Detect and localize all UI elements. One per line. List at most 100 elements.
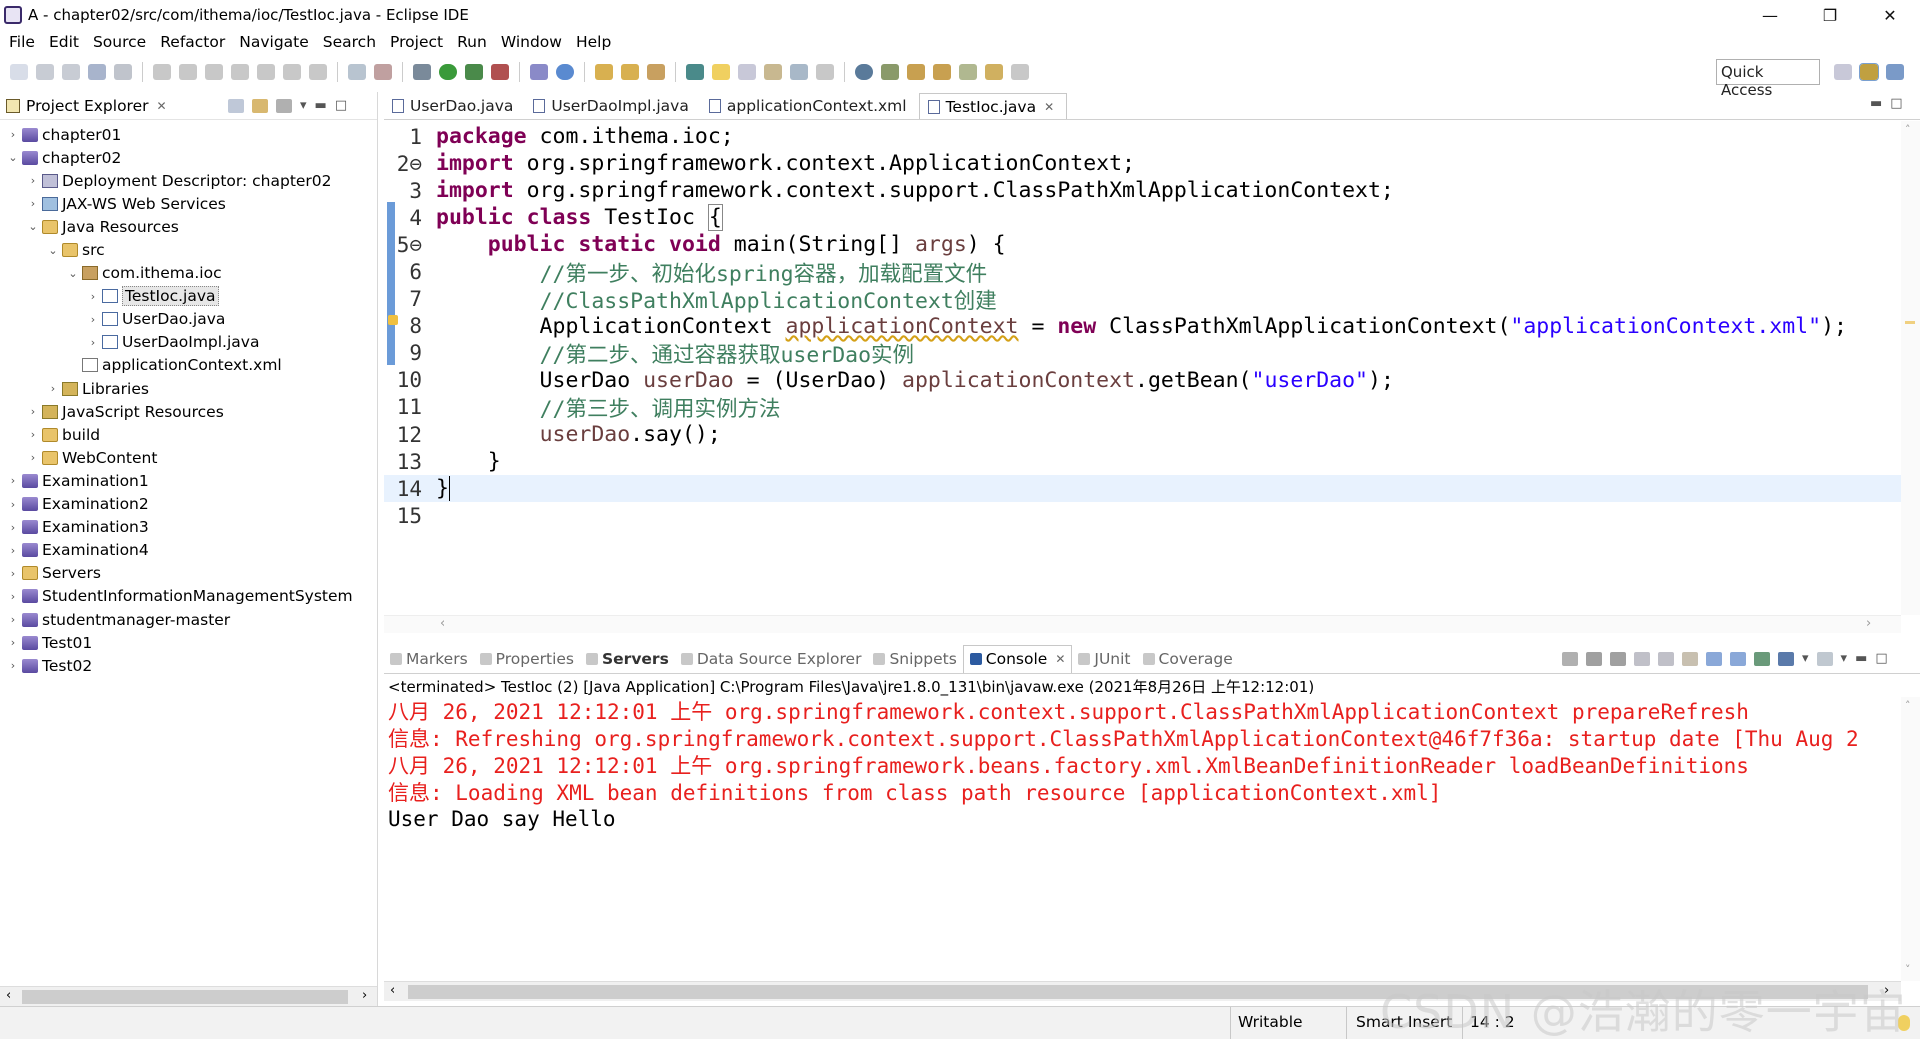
tree-item[interactable]: ⌄ Java Resources	[0, 215, 377, 238]
tip-lightbulb-icon[interactable]	[1898, 1015, 1910, 1031]
tree-item[interactable]: › Examination1	[0, 469, 377, 492]
close-button[interactable]: ✕	[1860, 0, 1920, 30]
collapsed-arrow-icon[interactable]: ›	[46, 382, 60, 395]
tree-item[interactable]: › WebContent	[0, 446, 377, 469]
scroll-up-icon[interactable]: ˄	[1905, 123, 1911, 136]
collapsed-arrow-icon[interactable]: ›	[6, 659, 20, 672]
new-class-icon[interactable]	[556, 64, 574, 80]
resume-icon[interactable]	[153, 64, 171, 80]
annotation-nav-icon[interactable]	[881, 64, 899, 80]
remove-launch-icon[interactable]	[1586, 651, 1602, 666]
skip-breakpoints-icon[interactable]	[114, 64, 132, 80]
menu-run[interactable]: Run	[450, 33, 494, 51]
minimize-console-icon[interactable]: ▬	[1855, 651, 1867, 666]
pin-console-icon[interactable]	[1754, 651, 1770, 666]
code-line[interactable]: 15	[384, 502, 1901, 529]
overview-warning-marker[interactable]	[1905, 321, 1915, 324]
code-line[interactable]: 5⊖ public static void main(String[] args…	[384, 231, 1901, 258]
restore-button[interactable]: ❐	[1800, 0, 1860, 30]
save-all-icon[interactable]	[62, 64, 80, 80]
collapsed-arrow-icon[interactable]: ›	[6, 567, 20, 580]
scroll-left-icon[interactable]: ‹	[440, 616, 445, 631]
tree-item[interactable]: applicationContext.xml	[0, 354, 377, 377]
maximize-editor-icon[interactable]: □	[1890, 96, 1902, 111]
editor-vertical-scrollbar[interactable]: ˄	[1901, 121, 1920, 615]
panel-tab[interactable]: Snippets	[867, 645, 962, 673]
scrollbar-thumb[interactable]	[22, 990, 348, 1004]
scroll-right-icon[interactable]: ›	[362, 988, 367, 1003]
step-over-icon[interactable]	[283, 64, 301, 80]
tree-item[interactable]: › studentmanager-master	[0, 608, 377, 631]
maximize-console-icon[interactable]: □	[1875, 651, 1887, 666]
show-whitespace-icon[interactable]	[764, 64, 782, 80]
code-line[interactable]: 9 //第二步、通过容器获取userDao实例	[384, 340, 1901, 368]
tree-item[interactable]: › build	[0, 423, 377, 446]
code-line[interactable]: 3 import org.springframework.context.supp…	[384, 177, 1901, 204]
tree-item[interactable]: › Examination3	[0, 516, 377, 539]
tree-item[interactable]: › Examination2	[0, 493, 377, 516]
menu-window[interactable]: Window	[494, 33, 569, 51]
word-wrap-icon[interactable]	[1682, 651, 1698, 666]
code-line[interactable]: 8 ApplicationContext applicationContext …	[384, 313, 1901, 340]
menu-navigate[interactable]: Navigate	[232, 33, 316, 51]
tree-item[interactable]: › UserDaoImpl.java	[0, 331, 377, 354]
panel-tab[interactable]: Markers	[384, 645, 474, 673]
highlight-icon[interactable]	[712, 64, 730, 80]
minimize-button[interactable]: —	[1740, 0, 1800, 30]
collapsed-arrow-icon[interactable]: ›	[26, 405, 40, 418]
step-into-icon[interactable]	[257, 64, 275, 80]
collapsed-arrow-icon[interactable]: ›	[6, 474, 20, 487]
scrollbar-thumb[interactable]	[408, 985, 1868, 999]
panel-tab[interactable]: Coverage	[1137, 645, 1239, 673]
tree-item[interactable]: ⌄ com.ithema.ioc	[0, 262, 377, 285]
view-menu-icon[interactable]: ▾	[300, 98, 307, 113]
search-icon[interactable]	[647, 64, 665, 80]
editor-horizontal-scrollbar[interactable]: ‹ ›	[384, 615, 1901, 633]
status-insert-mode[interactable]: Smart Insert	[1356, 1013, 1452, 1031]
paragraph-icon[interactable]	[816, 64, 834, 80]
collapsed-arrow-icon[interactable]: ›	[6, 613, 20, 626]
collapsed-arrow-icon[interactable]: ›	[86, 336, 100, 349]
menu-search[interactable]: Search	[316, 33, 383, 51]
explorer-horizontal-scrollbar[interactable]: ‹ ›	[0, 986, 377, 1006]
debug-icon[interactable]	[413, 64, 431, 80]
tree-item[interactable]: › StudentInformationManagementSystem	[0, 585, 377, 608]
tree-item[interactable]: › Deployment Descriptor: chapter02	[0, 169, 377, 192]
menu-help[interactable]: Help	[569, 33, 618, 51]
expanded-arrow-icon[interactable]: ⌄	[6, 151, 20, 164]
menu-source[interactable]: Source	[86, 33, 153, 51]
forward-icon[interactable]	[1011, 64, 1029, 80]
console-horizontal-scrollbar[interactable]: ‹ ›	[384, 981, 1901, 1001]
maximize-view-icon[interactable]: □	[335, 98, 347, 113]
next-annotation-icon[interactable]	[907, 64, 925, 80]
project-explorer-title[interactable]: Project Explorer	[26, 97, 149, 115]
collapsed-arrow-icon[interactable]: ›	[86, 290, 100, 303]
open-task-icon[interactable]	[621, 64, 639, 80]
scroll-down-icon[interactable]: ˅	[1905, 963, 1911, 976]
java-perspective-icon[interactable]	[1886, 64, 1904, 80]
tree-item[interactable]: ⌄ chapter02	[0, 146, 377, 169]
collapsed-arrow-icon[interactable]: ›	[6, 128, 20, 141]
expanded-arrow-icon[interactable]: ⌄	[26, 220, 40, 233]
console-vertical-scrollbar[interactable]: ˄ ˅	[1901, 697, 1920, 981]
menu-refactor[interactable]: Refactor	[153, 33, 232, 51]
tree-item[interactable]: › Libraries	[0, 377, 377, 400]
collapsed-arrow-icon[interactable]: ›	[6, 498, 20, 511]
editor-tab[interactable]: TestIoc.java ✕	[918, 93, 1068, 119]
collapsed-arrow-icon[interactable]: ›	[26, 174, 40, 187]
server-icon[interactable]	[374, 64, 392, 80]
editor-tab[interactable]: UserDao.java	[384, 93, 525, 119]
open-perspective-icon[interactable]	[1834, 64, 1852, 80]
web-browser-icon[interactable]	[855, 64, 873, 80]
toggle-mark-occurrences-icon[interactable]	[686, 64, 704, 80]
open-type-icon[interactable]	[595, 64, 613, 80]
scroll-up-icon[interactable]: ˄	[1905, 699, 1911, 712]
javaee-perspective-icon[interactable]	[1859, 63, 1879, 81]
collapsed-arrow-icon[interactable]: ›	[6, 590, 20, 603]
open-console-dropdown-icon[interactable]: ▾	[1841, 651, 1848, 666]
tree-item[interactable]: › Servers	[0, 562, 377, 585]
code-line[interactable]: 6 //第一步、初始化spring容器，加载配置文件	[384, 258, 1901, 287]
expanded-arrow-icon[interactable]: ⌄	[46, 244, 60, 257]
print-icon[interactable]	[88, 64, 106, 80]
display-console-icon[interactable]	[1778, 651, 1794, 666]
